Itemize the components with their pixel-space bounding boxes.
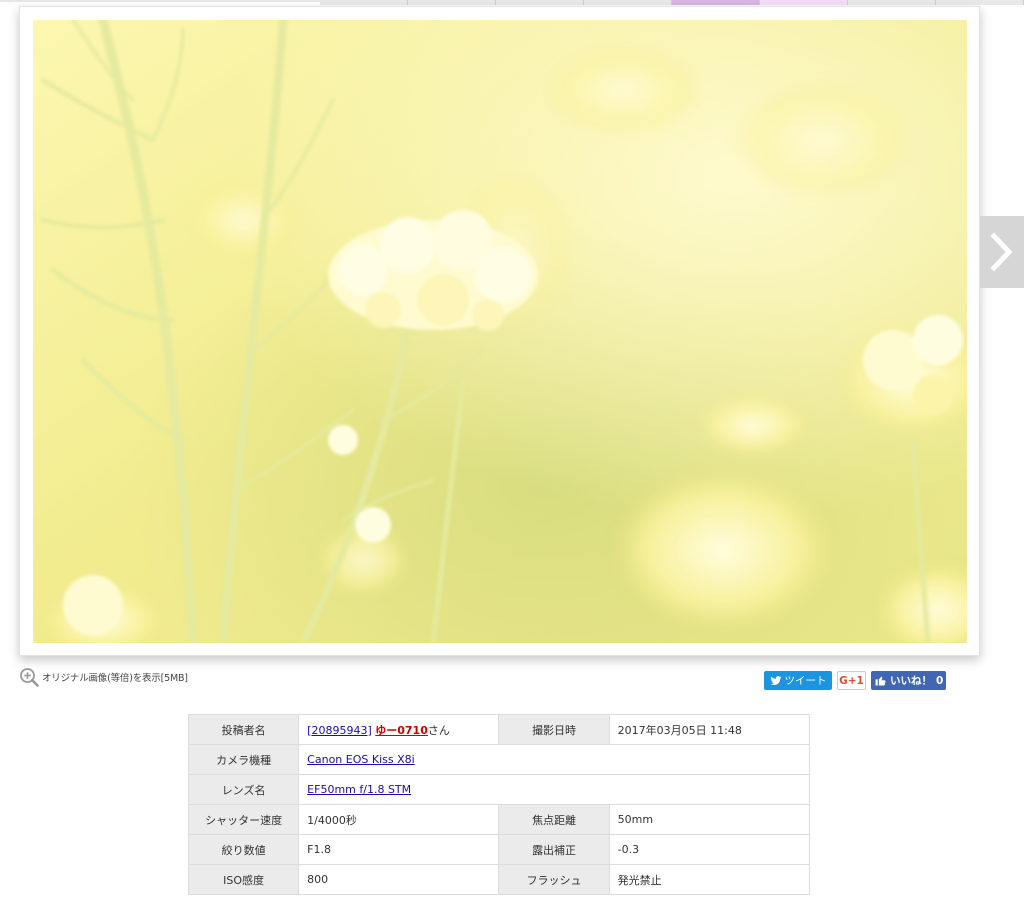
like-button-label: いいね！ (890, 675, 932, 687)
table-row: レンズ名 EF50mm f/1.8 STM (187, 774, 810, 805)
shutter-value: 1/4000秒 (298, 804, 500, 835)
like-count: 0 (936, 674, 944, 687)
zoom-in-icon (20, 668, 39, 687)
tab-segment[interactable] (496, 0, 584, 5)
camera-value: Canon EOS Kiss X8i (298, 744, 810, 775)
date-value: 2017年03月05日 11:48 (608, 714, 811, 745)
iso-value: 800 (298, 864, 500, 895)
chevron-right-icon (991, 233, 1013, 271)
top-tab-strip (320, 0, 1024, 5)
exposure-value: -0.3 (608, 834, 811, 865)
tab-segment[interactable] (584, 0, 672, 5)
shutter-label: シャッター速度 (187, 804, 300, 835)
table-row: 投稿者名 [20895943] ゆー0710さん 撮影日時 2017年03月05… (187, 714, 811, 745)
twitter-bird-icon (770, 675, 781, 685)
aperture-value: F1.8 (298, 834, 500, 865)
aperture-label: 絞り数値 (187, 834, 300, 865)
lens-link[interactable]: EF50mm f/1.8 STM (307, 783, 411, 796)
thumbs-up-icon (875, 676, 886, 686)
google-plus-button[interactable]: G+1 (837, 671, 866, 690)
photo-frame (19, 6, 980, 656)
tweet-button-label: ツイート (784, 675, 827, 687)
poster-id-link[interactable]: [20895943] (307, 724, 372, 737)
poster-name-link[interactable]: ゆー0710 (375, 724, 428, 737)
flash-label: フラッシュ (498, 864, 610, 895)
lens-label: レンズ名 (187, 774, 300, 805)
tab-segment[interactable] (760, 0, 848, 5)
date-label: 撮影日時 (498, 714, 610, 745)
poster-label: 投稿者名 (187, 714, 300, 745)
tab-segment[interactable] (936, 0, 1024, 5)
flash-value: 発光禁止 (608, 864, 811, 895)
facebook-like-button[interactable]: いいね！ 0 (871, 671, 946, 690)
original-image-link-label[interactable]: オリジナル画像(等倍)を表示[5MB] (42, 670, 188, 684)
google-plus-label: G+1 (839, 674, 864, 687)
table-row: シャッター速度 1/4000秒 焦点距離 50mm (187, 804, 811, 835)
tweet-button[interactable]: ツイート (764, 671, 832, 690)
lens-value: EF50mm f/1.8 STM (298, 774, 810, 805)
next-photo-button[interactable] (980, 216, 1024, 288)
focal-label: 焦点距離 (498, 804, 610, 835)
poster-suffix: さん (427, 723, 450, 737)
table-row: カメラ機種 Canon EOS Kiss X8i (187, 744, 810, 775)
photo-info-table: 投稿者名 [20895943] ゆー0710さん 撮影日時 2017年03月05… (187, 714, 811, 895)
tab-segment[interactable] (320, 0, 408, 5)
table-row: 絞り数値 F1.8 露出補正 -0.3 (187, 834, 811, 865)
iso-label: ISO感度 (187, 864, 300, 895)
table-row: ISO感度 800 フラッシュ 発光禁止 (187, 864, 811, 895)
original-image-link[interactable]: オリジナル画像(等倍)を表示[5MB] (19, 667, 188, 687)
main-photo[interactable] (33, 20, 967, 643)
top-divider (0, 0, 320, 2)
exposure-label: 露出補正 (498, 834, 610, 865)
focal-value: 50mm (608, 804, 811, 835)
tab-segment[interactable] (408, 0, 496, 5)
camera-link[interactable]: Canon EOS Kiss X8i (307, 753, 415, 766)
tab-segment-active[interactable] (672, 0, 760, 5)
poster-value: [20895943] ゆー0710さん (298, 714, 500, 745)
camera-label: カメラ機種 (187, 744, 300, 775)
tab-segment[interactable] (848, 0, 936, 5)
